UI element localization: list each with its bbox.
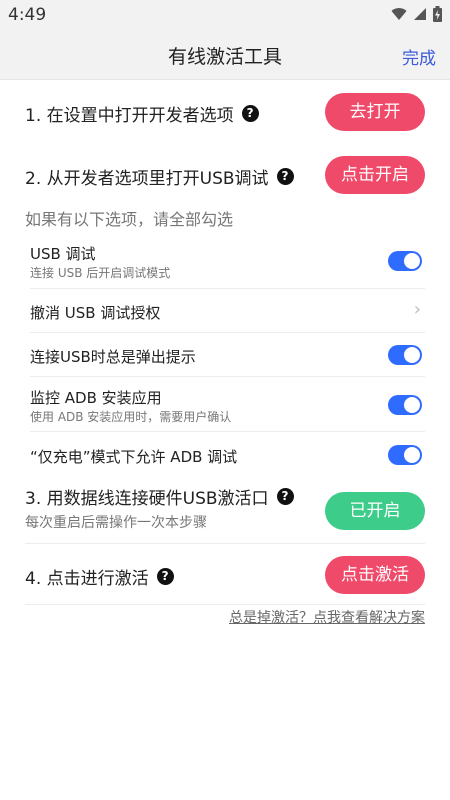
status-time: 4:49 xyxy=(8,5,47,25)
option-revoke-usb-auth[interactable]: 撤消 USB 调试授权 › xyxy=(30,288,425,332)
option-title: 监控 ADB 安装应用 xyxy=(30,389,162,407)
option-adb-install-monitor[interactable]: 监控 ADB 安装应用 使用 ADB 安装应用时，需要用户确认 xyxy=(30,376,425,431)
usb-port-status-button[interactable]: 已开启 xyxy=(325,492,425,530)
step-2-label: 2. 从开发者选项里打开USB调试 xyxy=(25,169,269,189)
open-developer-options-button[interactable]: 去打开 xyxy=(325,93,425,131)
divider xyxy=(25,543,425,544)
step-1-row: 1. 在设置中打开开发者选项 ? xyxy=(25,101,259,126)
enable-usb-debugging-button[interactable]: 点击开启 xyxy=(325,156,425,194)
app-header: 有线激活工具 完成 xyxy=(0,30,450,80)
help-icon[interactable]: ? xyxy=(156,568,174,585)
adb-install-monitor-toggle[interactable] xyxy=(388,395,422,415)
toggle-knob xyxy=(404,447,420,463)
step-1-label: 1. 在设置中打开开发者选项 xyxy=(25,106,234,126)
step-4: 4. 点击进行激活 ? 点击激活 xyxy=(25,555,425,595)
status-icons xyxy=(391,6,442,22)
signal-icon xyxy=(414,8,426,20)
help-icon[interactable]: ? xyxy=(276,488,294,505)
troubleshoot-link[interactable]: 总是掉激活？点我查看解决方案 xyxy=(229,607,425,627)
step-4-row: 4. 点击进行激活 ? xyxy=(25,564,174,589)
usb-debugging-toggle[interactable] xyxy=(388,251,422,271)
divider xyxy=(25,604,425,605)
toggle-knob xyxy=(404,397,420,413)
option-title: USB 调试 xyxy=(30,245,96,263)
step-1: 1. 在设置中打开开发者选项 ? 去打开 xyxy=(25,92,425,132)
options-hint: 如果有以下选项，请全部勾选 xyxy=(25,210,234,229)
step-2: 2. 从开发者选项里打开USB调试 ? 点击开启 xyxy=(25,155,425,195)
step-3-row: 3. 用数据线连接硬件USB激活口 ? xyxy=(25,484,294,509)
wifi-icon xyxy=(391,8,407,20)
toggle-knob xyxy=(404,253,420,269)
toggle-knob xyxy=(404,347,420,363)
option-desc: 使用 ADB 安装应用时，需要用户确认 xyxy=(30,410,232,424)
option-title: “仅充电”模式下允许 ADB 调试 xyxy=(30,448,238,466)
usb-prompt-toggle[interactable] xyxy=(388,345,422,365)
step-3-sub: 每次重启后需操作一次本步骤 xyxy=(25,515,207,531)
step-3: 3. 用数据线连接硬件USB激活口 ? 每次重启后需操作一次本步骤 已开启 xyxy=(25,482,425,540)
chevron-right-icon: › xyxy=(413,299,421,320)
help-icon[interactable]: ? xyxy=(241,105,259,122)
help-icon[interactable]: ? xyxy=(276,168,294,185)
step-4-label: 4. 点击进行激活 xyxy=(25,569,149,589)
option-desc: 连接 USB 后开启调试模式 xyxy=(30,266,171,280)
option-title: 连接USB时总是弹出提示 xyxy=(30,348,196,366)
charge-only-adb-toggle[interactable] xyxy=(388,445,422,465)
battery-charging-icon xyxy=(433,6,442,22)
option-title: 撤消 USB 调试授权 xyxy=(30,304,161,322)
activate-button[interactable]: 点击激活 xyxy=(325,556,425,594)
step-2-row: 2. 从开发者选项里打开USB调试 ? xyxy=(25,164,294,189)
option-charge-only-adb[interactable]: “仅充电”模式下允许 ADB 调试 xyxy=(30,431,425,476)
status-bar: 4:49 xyxy=(0,0,450,30)
done-button[interactable]: 完成 xyxy=(402,44,436,69)
option-usb-prompt[interactable]: 连接USB时总是弹出提示 xyxy=(30,332,425,376)
step-3-label: 3. 用数据线连接硬件USB激活口 xyxy=(25,489,269,509)
option-usb-debugging[interactable]: USB 调试 连接 USB 后开启调试模式 xyxy=(30,239,425,288)
page-title: 有线激活工具 xyxy=(167,46,282,68)
